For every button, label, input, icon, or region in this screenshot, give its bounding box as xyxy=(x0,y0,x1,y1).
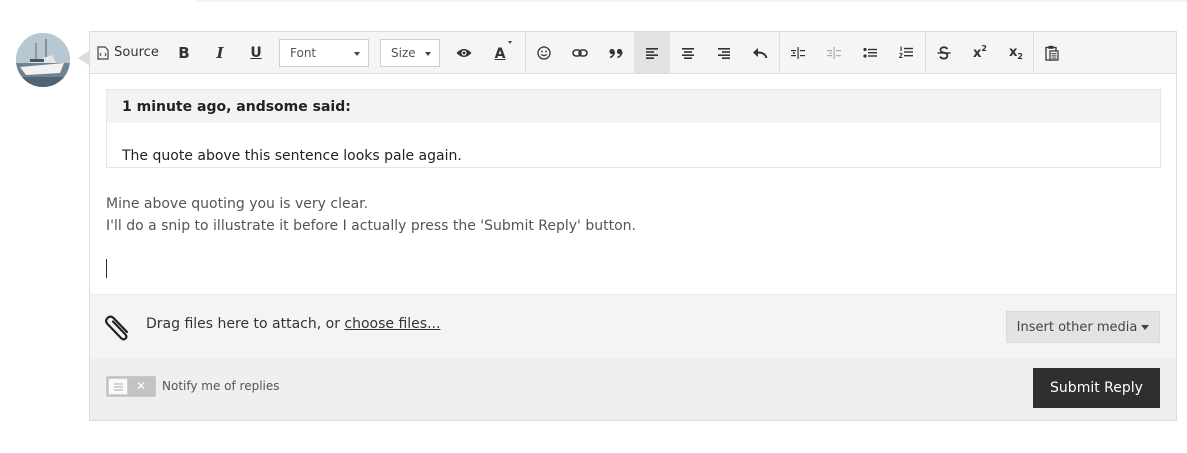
size-select[interactable]: Size xyxy=(380,39,440,67)
superscript-icon: x2 xyxy=(973,44,987,61)
align-right-icon xyxy=(718,47,730,59)
align-left-icon xyxy=(646,47,658,59)
clipboard-icon xyxy=(1045,45,1059,61)
insert-media-button[interactable]: Insert other media xyxy=(1006,311,1160,343)
link-icon xyxy=(572,48,588,57)
italic-button[interactable]: I xyxy=(202,32,238,73)
size-select-label: Size xyxy=(391,46,416,60)
subscript-button[interactable]: x2 xyxy=(998,32,1034,73)
editor-content[interactable]: Mine above quoting you is very clear. I'… xyxy=(106,193,636,237)
italic-icon: I xyxy=(216,43,224,62)
smiley-icon xyxy=(537,45,551,60)
text-cursor xyxy=(106,259,107,278)
bullet-list-icon xyxy=(863,47,877,58)
underline-button[interactable]: U xyxy=(238,32,274,73)
bold-button[interactable]: B xyxy=(166,32,202,73)
caret-down-icon xyxy=(1141,324,1150,330)
quote-icon xyxy=(609,48,623,58)
font-select[interactable]: Font xyxy=(279,39,369,67)
close-icon: ✕ xyxy=(135,379,146,393)
paste-button[interactable] xyxy=(1034,32,1070,73)
bullet-list-button[interactable] xyxy=(852,32,888,73)
align-left-button[interactable] xyxy=(634,32,670,73)
chevron-down-icon xyxy=(425,52,431,56)
strikethrough-button[interactable] xyxy=(926,32,962,73)
content-line: I'll do a snip to illustrate it before I… xyxy=(106,218,636,234)
insert-media-label: Insert other media xyxy=(1016,319,1138,335)
indent-icon xyxy=(791,46,805,59)
quote-body-text: The quote above this sentence looks pale… xyxy=(122,148,462,164)
text-color-label: A xyxy=(494,46,506,62)
indent-button[interactable] xyxy=(780,32,816,73)
numbered-list-icon xyxy=(899,46,913,58)
underline-icon: U xyxy=(250,44,262,61)
color-dropdown-icon xyxy=(508,41,512,44)
eye-icon xyxy=(456,48,472,57)
undo-button[interactable] xyxy=(742,32,778,73)
top-divider xyxy=(195,0,1187,2)
text-color-button[interactable]: A xyxy=(482,32,518,73)
text-color-icon: A xyxy=(495,43,506,62)
bold-icon: B xyxy=(178,43,190,62)
quoted-post: 1 minute ago, andsome said: The quote ab… xyxy=(106,89,1161,168)
undo-icon xyxy=(753,47,768,58)
attach-text: Drag files here to attach, or xyxy=(146,316,345,332)
reply-footer: ✕ Notify me of replies Submit Reply xyxy=(90,358,1176,420)
align-right-button[interactable] xyxy=(706,32,742,73)
quote-body: The quote above this sentence looks pale… xyxy=(122,148,462,164)
content-line: Mine above quoting you is very clear. xyxy=(106,196,369,212)
paperclip-icon xyxy=(105,315,129,341)
attach-instructions: Drag files here to attach, or choose fil… xyxy=(146,316,440,332)
outdent-button[interactable] xyxy=(816,32,852,73)
outdent-icon xyxy=(827,46,841,59)
toggle-knob xyxy=(108,378,128,395)
avatar[interactable] xyxy=(16,33,70,87)
quote-header: 1 minute ago, andsome said: xyxy=(107,90,1160,123)
source-button[interactable]: Source xyxy=(96,32,160,73)
attachment-area[interactable]: Drag files here to attach, or choose fil… xyxy=(90,294,1176,358)
numbered-list-button[interactable] xyxy=(888,32,924,73)
menu-icon xyxy=(113,383,123,390)
chevron-down-icon xyxy=(354,52,360,56)
align-center-icon xyxy=(682,47,694,59)
font-select-label: Font xyxy=(290,46,317,60)
source-icon xyxy=(97,45,109,60)
choose-files-link[interactable]: choose files... xyxy=(344,316,440,332)
reply-editor: Source B I U Font Size A x2 x2 1 minute … xyxy=(89,31,1177,421)
editor-toolbar: Source B I U Font Size A x2 x2 xyxy=(90,32,1176,74)
quote-button[interactable] xyxy=(598,32,634,73)
superscript-button[interactable]: x2 xyxy=(962,32,998,73)
subscript-icon: x2 xyxy=(1009,44,1023,61)
align-center-button[interactable] xyxy=(670,32,706,73)
submit-reply-button[interactable]: Submit Reply xyxy=(1033,368,1160,408)
notify-label: Notify me of replies xyxy=(162,379,280,393)
submit-reply-label: Submit Reply xyxy=(1050,380,1143,396)
notify-toggle[interactable]: ✕ xyxy=(106,376,156,397)
link-button[interactable] xyxy=(562,32,598,73)
strikethrough-icon xyxy=(937,45,951,60)
emoji-button[interactable] xyxy=(526,32,562,73)
source-label: Source xyxy=(114,45,159,60)
preview-button[interactable] xyxy=(446,32,482,73)
